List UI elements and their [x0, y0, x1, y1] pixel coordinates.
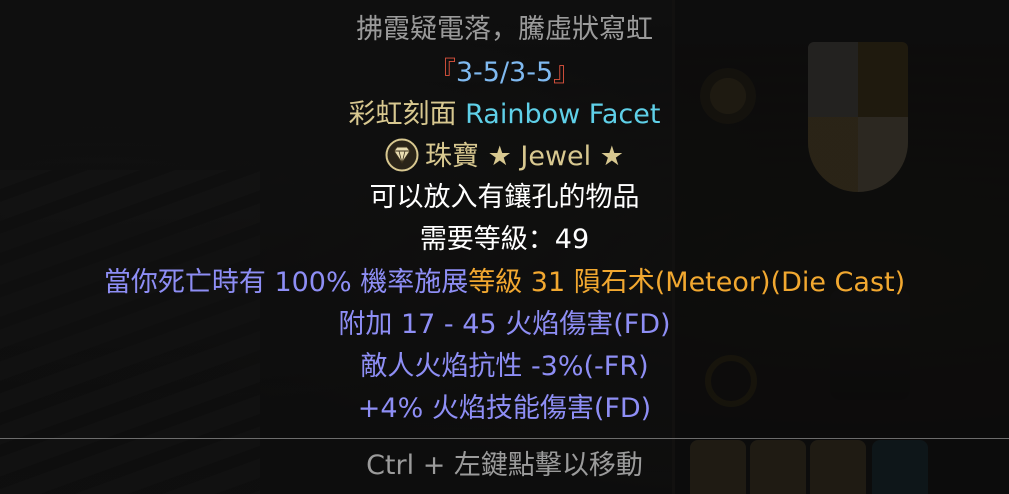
item-name: 彩虹刻面 Rainbow Facet: [0, 94, 1009, 136]
diamond-icon: [385, 138, 419, 172]
proc-skill: 等級 31 隕石术(Meteor)(Die Cast): [468, 267, 906, 298]
socket-text: 可以放入有鑲孔的物品: [369, 182, 640, 213]
level-range: 『3-5/3-5』: [0, 52, 1009, 94]
tooltip-divider: [0, 438, 1009, 439]
game-scene: 拂霞疑電落，騰虛狀寫虹 『3-5/3-5』 彩虹刻面 Rainbow Facet…: [0, 0, 1009, 494]
level-range-value: 3-5/3-5: [455, 57, 554, 88]
item-type-en: ★ Jewel ★: [487, 141, 624, 172]
level-range-text: 『3-5/3-5』: [429, 57, 580, 88]
item-name-zh: 彩虹刻面: [348, 99, 457, 130]
stat-fire-skill-damage: +4% 火焰技能傷害(FD): [357, 393, 652, 424]
proc-prefix: 當你死亡時有 100% 機率施展: [103, 267, 469, 298]
stat-fire-damage: 附加 17 - 45 火焰傷害(FD): [338, 309, 671, 340]
item-type-zh: 珠寶: [425, 141, 480, 172]
proc-stat: 當你死亡時有 100% 機率施展等級 31 隕石术(Meteor)(Die Ca…: [0, 262, 1009, 304]
item-tooltip: 拂霞疑電落，騰虛狀寫虹 『3-5/3-5』 彩虹刻面 Rainbow Facet…: [0, 0, 1009, 494]
level-range-bracket-open: 『: [428, 57, 456, 88]
footer-hint: Ctrl + 左鍵點擊以移動: [366, 450, 643, 481]
item-type: 珠寶 ★ Jewel ★: [0, 136, 1009, 178]
item-name-en: Rainbow Facet: [465, 99, 661, 130]
level-range-bracket-close: 』: [553, 57, 581, 88]
affix-name: 拂霞疑電落，騰虛狀寫虹: [356, 14, 653, 45]
required-level: 需要等級：49: [419, 224, 590, 255]
stat-fire-resist: 敵人火焰抗性 -3%(-FR): [360, 351, 649, 382]
